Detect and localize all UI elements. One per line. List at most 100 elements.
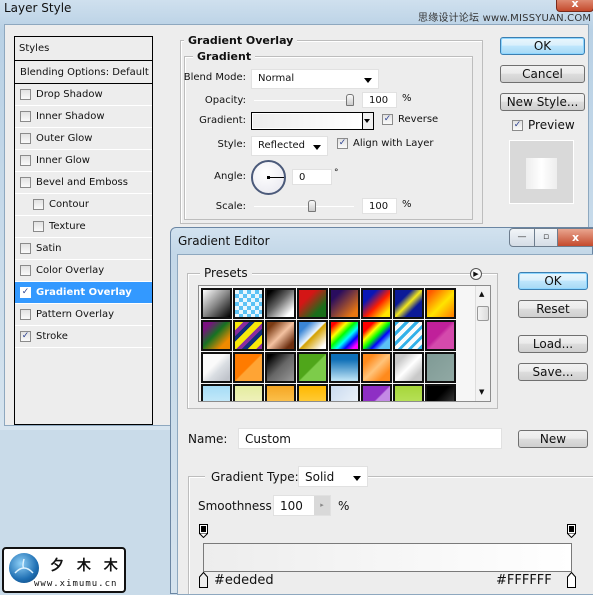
preset-swatch[interactable] (265, 288, 296, 319)
preset-swatch[interactable] (425, 384, 456, 401)
preset-swatch[interactable] (361, 384, 392, 401)
checkbox-icon[interactable] (20, 89, 31, 100)
minimize-button[interactable]: — (509, 228, 535, 247)
smoothness-input[interactable]: 100 ▸ (273, 495, 331, 516)
gradient-bar[interactable] (203, 543, 572, 572)
preset-swatch[interactable] (297, 320, 328, 351)
style-item-blending-options-default[interactable]: Blending Options: Default (15, 61, 152, 84)
reset-button[interactable]: Reset (518, 300, 588, 318)
preset-swatch[interactable] (201, 320, 232, 351)
preset-swatch[interactable] (233, 288, 264, 319)
checkbox-icon[interactable]: ✓ (20, 331, 31, 342)
style-item-color-overlay[interactable]: Color Overlay (15, 260, 152, 282)
style-item-satin[interactable]: Satin (15, 238, 152, 260)
scroll-down-icon[interactable]: ▼ (479, 388, 484, 396)
preset-swatch[interactable] (297, 384, 328, 401)
preset-swatch[interactable] (393, 320, 424, 351)
preset-swatch[interactable] (265, 384, 296, 401)
ge-ok-button[interactable]: OK (518, 272, 588, 290)
new-style-button[interactable]: New Style... (500, 93, 585, 111)
preset-swatch[interactable] (201, 352, 232, 383)
style-item-contour[interactable]: Contour (15, 194, 152, 216)
presets-scrollbar[interactable]: ▲ ▼ (475, 286, 490, 401)
gradient-picker[interactable] (251, 112, 374, 130)
checkbox-icon[interactable] (20, 177, 31, 188)
style-item-gradient-overlay[interactable]: ✓ Gradient Overlay (15, 282, 152, 304)
style-select[interactable]: Reflected (251, 136, 328, 156)
checkbox-icon[interactable] (33, 199, 44, 210)
preset-swatch[interactable] (297, 352, 328, 383)
align-with-layer-checkbox[interactable]: ✓ Align with Layer (337, 138, 434, 149)
opacity-input[interactable]: 100 (362, 92, 397, 108)
color-stop-right[interactable] (567, 572, 576, 588)
close-button[interactable]: x (557, 228, 593, 247)
preset-swatch[interactable] (233, 352, 264, 383)
opacity-slider-track[interactable] (254, 100, 354, 101)
preset-swatch[interactable] (265, 352, 296, 383)
preset-swatch[interactable] (361, 352, 392, 383)
styles-header[interactable]: Styles (15, 37, 152, 61)
checkbox-icon[interactable] (33, 221, 44, 232)
checkbox-icon[interactable] (20, 243, 31, 254)
scale-slider-thumb[interactable] (307, 200, 316, 212)
preset-swatch[interactable] (201, 288, 232, 319)
opacity-stop-right[interactable] (567, 524, 576, 538)
preset-swatch[interactable] (201, 384, 232, 401)
preset-swatch[interactable] (233, 320, 264, 351)
gradient-dropdown-button[interactable] (362, 113, 373, 129)
checkbox-icon[interactable]: ✓ (20, 287, 31, 298)
style-item-drop-shadow[interactable]: Drop Shadow (15, 84, 152, 106)
checkbox-icon[interactable] (20, 309, 31, 320)
style-item-inner-shadow[interactable]: Inner Shadow (15, 106, 152, 128)
load-button[interactable]: Load... (518, 335, 588, 353)
preset-swatch[interactable] (329, 352, 360, 383)
opacity-slider-thumb[interactable] (346, 94, 354, 106)
scrollbar-thumb[interactable] (477, 306, 489, 321)
preset-swatch[interactable] (393, 384, 424, 401)
style-item-pattern-overlay[interactable]: Pattern Overlay (15, 304, 152, 326)
maximize-button[interactable]: ▫ (534, 228, 558, 247)
save-button[interactable]: Save... (518, 363, 588, 381)
scale-input[interactable]: 100 (362, 198, 397, 214)
checkbox-icon[interactable] (20, 155, 31, 166)
opacity-stop-left[interactable] (199, 524, 208, 538)
style-item-texture[interactable]: Texture (15, 216, 152, 238)
checkbox-icon[interactable] (20, 133, 31, 144)
style-item-stroke[interactable]: ✓ Stroke (15, 326, 152, 348)
preset-swatch[interactable] (393, 288, 424, 319)
style-item-inner-glow[interactable]: Inner Glow (15, 150, 152, 172)
ok-button[interactable]: OK (500, 37, 585, 55)
angle-input[interactable]: 0 (292, 169, 332, 185)
scale-slider-track[interactable] (254, 206, 354, 207)
blend-mode-select[interactable]: Normal (251, 69, 379, 89)
preset-swatch[interactable] (425, 288, 456, 319)
preset-swatch[interactable] (361, 288, 392, 319)
preset-swatch[interactable] (265, 320, 296, 351)
checkbox-icon[interactable] (20, 265, 31, 276)
preset-swatch[interactable] (425, 320, 456, 351)
style-item-bevel-and-emboss[interactable]: Bevel and Emboss (15, 172, 152, 194)
presets-menu-icon[interactable]: ▶ (470, 268, 482, 280)
cancel-button[interactable]: Cancel (500, 65, 585, 83)
smoothness-stepper-icon[interactable]: ▸ (314, 496, 330, 515)
angle-dial[interactable] (251, 160, 286, 195)
gradient-type-select[interactable]: Solid (298, 466, 368, 487)
close-button[interactable]: x (556, 0, 593, 12)
preset-swatch[interactable] (329, 320, 360, 351)
style-item-outer-glow[interactable]: Outer Glow (15, 128, 152, 150)
checkbox-icon[interactable] (20, 111, 31, 122)
preset-swatch[interactable] (329, 288, 360, 319)
reverse-checkbox[interactable]: ✓ Reverse (382, 114, 438, 125)
preset-swatch[interactable] (329, 384, 360, 401)
preset-swatch[interactable] (361, 320, 392, 351)
preset-swatch[interactable] (297, 288, 328, 319)
preset-swatch[interactable] (425, 352, 456, 383)
preset-swatch[interactable] (233, 384, 264, 401)
new-button[interactable]: New (518, 430, 588, 448)
color-stop-left[interactable] (199, 572, 208, 588)
name-input[interactable]: Custom (238, 428, 502, 449)
gradient-preview[interactable] (253, 114, 361, 128)
scroll-up-icon[interactable]: ▲ (479, 290, 484, 298)
preview-checkbox[interactable]: ✓ Preview (512, 118, 575, 132)
preset-swatch[interactable] (393, 352, 424, 383)
